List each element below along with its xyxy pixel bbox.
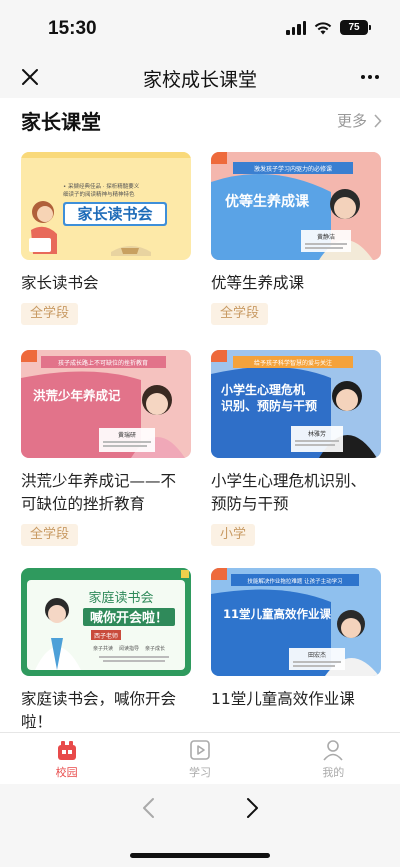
course-teacher: 林雅芳 [308, 430, 326, 438]
course-ribbon: 技能解决作业拖拉难题 让孩子主动学习 [247, 577, 342, 585]
chevron-right-icon [374, 113, 382, 128]
course-tag: 全学段 [21, 303, 79, 325]
course-card[interactable]: 激发孩子学习内驱力的必修课 优等生养成课 黄静洁 优等生养成课 全学段 [211, 152, 381, 325]
course-ribbon: 激发孩子学习内驱力的必修课 [254, 165, 332, 173]
course-teacher: 黄瑞研 [118, 431, 136, 439]
course-banner-line-2: 喊你开会啦！ [90, 610, 168, 626]
course-ribbon: 给予孩子科学智慧的爱与关注 [254, 359, 332, 367]
course-title: 优等生养成课 [211, 274, 305, 292]
campus-icon [57, 741, 76, 760]
play-icon [190, 740, 210, 760]
browser-toolbar [0, 784, 400, 867]
course-banner: 11堂儿童高效作业课 [223, 607, 332, 621]
course-title: 洪荒少年养成记——不可缺位的挫折教育 [21, 472, 177, 513]
tab-bar: 校园 学习 我的 [0, 732, 400, 784]
status-bar: 15:30 75 [0, 0, 400, 56]
status-time: 15:30 [48, 18, 97, 39]
course-title: 小学生心理危机识别、预防与干预 [211, 472, 367, 513]
more-link[interactable]: 更多 [337, 110, 382, 131]
section-title: 家长课堂 [21, 110, 101, 134]
course-title: 家庭读书会，喊你开会啦！ [21, 690, 177, 731]
wifi-icon [314, 21, 332, 34]
nav-bar: 家校成长课堂 [0, 56, 400, 98]
course-card[interactable]: 家庭读书会 喊你开会啦！ 西子老师 亲子共读 阅读指导 亲子成长 家庭读书会，喊… [21, 568, 191, 734]
tab-study[interactable]: 学习 [133, 733, 266, 784]
course-thumbnail: 家庭读书会 喊你开会啦！ 西子老师 亲子共读 阅读指导 亲子成长 [21, 568, 191, 676]
signal-icon [286, 20, 306, 35]
tab-campus[interactable]: 校园 [0, 733, 133, 784]
course-teacher: 田宏杰 [308, 651, 326, 659]
course-chip: 亲子共读 [93, 645, 113, 652]
course-title: 11堂儿童高效作业课 [211, 690, 355, 708]
more-options-icon[interactable] [356, 66, 384, 88]
course-thumbnail: 给予孩子科学智慧的爱与关注 小学生心理危机 识别、预防与干预 林雅芳 [211, 350, 381, 458]
page: 15:30 75 家校成长课堂 家长课堂 更多 • 采撷经典佳品 · 探析精髓要… [0, 0, 400, 867]
course-card[interactable]: 孩子成长路上不可缺位的挫折教育 洪荒少年养成记 黄瑞研 洪荒少年养成记——不可缺… [21, 350, 191, 546]
course-tag: 全学段 [21, 524, 79, 546]
course-teacher: 西子老师 [94, 632, 118, 640]
course-banner: 家长读书会 [77, 205, 152, 223]
more-link-label: 更多 [336, 112, 367, 130]
course-card[interactable]: 给予孩子科学智慧的爱与关注 小学生心理危机 识别、预防与干预 林雅芳 小学生心理… [211, 350, 381, 546]
course-subtitle-line-2: 细读子的阅读精神与精神特色 [63, 190, 135, 198]
course-ribbon: 孩子成长路上不可缺位的挫折教育 [58, 359, 148, 367]
back-arrow-icon[interactable] [137, 796, 161, 820]
course-thumbnail: 技能解决作业拖拉难题 让孩子主动学习 11堂儿童高效作业课 田宏杰 [211, 568, 381, 676]
course-subtitle-line-1: • 采撷经典佳品 · 探析精髓要义 [63, 182, 140, 190]
course-tag: 全学段 [211, 303, 269, 325]
course-teacher: 黄静洁 [317, 233, 335, 241]
home-indicator [130, 853, 270, 858]
course-banner-line-1: 家庭读书会 [88, 590, 153, 606]
tab-label: 学习 [188, 766, 211, 779]
course-card[interactable]: • 采撷经典佳品 · 探析精髓要义 细读子的阅读精神与精神特色 家长读书会 家长… [21, 152, 191, 325]
course-banner-line-1: 小学生心理危机 [221, 382, 305, 397]
tab-label: 校园 [55, 766, 78, 779]
page-title: 家校成长课堂 [142, 69, 257, 91]
course-title: 家长读书会 [21, 274, 99, 292]
course-chip: 阅读指导 [119, 645, 139, 652]
course-thumbnail: • 采撷经典佳品 · 探析精髓要义 细读子的阅读精神与精神特色 家长读书会 [21, 152, 191, 260]
course-banner: 优等生养成课 [225, 193, 310, 210]
forward-arrow-icon[interactable] [240, 796, 264, 820]
status-icons: 75 [286, 20, 371, 35]
section-header: 家长课堂 更多 [0, 98, 400, 144]
tab-mine[interactable]: 我的 [267, 733, 400, 784]
course-banner: 洪荒少年养成记 [33, 388, 121, 403]
battery-icon: 75 [340, 20, 371, 35]
tab-label: 我的 [322, 766, 345, 779]
course-banner-line-2: 识别、预防与干预 [221, 398, 317, 413]
course-thumbnail: 激发孩子学习内驱力的必修课 优等生养成课 黄静洁 [211, 152, 381, 260]
user-icon [323, 740, 343, 761]
course-card[interactable]: 技能解决作业拖拉难题 让孩子主动学习 11堂儿童高效作业课 田宏杰 11堂儿童高… [211, 568, 381, 711]
course-thumbnail: 孩子成长路上不可缺位的挫折教育 洪荒少年养成记 黄瑞研 [21, 350, 191, 458]
course-tag: 小学 [211, 524, 256, 546]
course-chip: 亲子成长 [145, 645, 165, 652]
